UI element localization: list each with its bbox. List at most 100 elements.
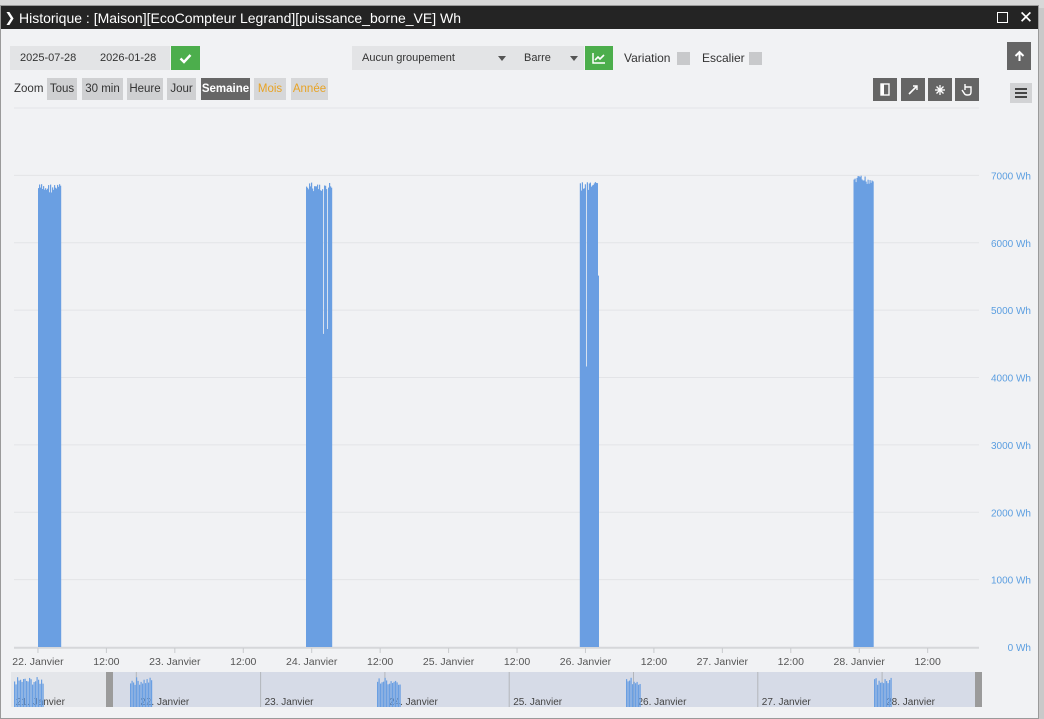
main-chart[interactable]: 0 Wh 1000 Wh 2000 Wh 3000 Wh 4000 Wh 5000 Wh 6… <box>1 6 1039 719</box>
x-tick-label: 12:00 <box>915 656 941 668</box>
navigator-bar <box>881 682 883 707</box>
navigator-bar <box>636 681 638 707</box>
navigator-bar <box>883 683 885 707</box>
x-tick-label: 23. Janvier <box>149 656 201 668</box>
navigator-bar <box>395 680 397 707</box>
chart-series <box>38 175 874 648</box>
navigator-bar <box>23 678 25 707</box>
y-tick-label: 6000 Wh <box>991 239 1031 250</box>
navigator-bar <box>142 683 144 707</box>
navigator-bar <box>887 683 889 707</box>
y-tick-label: 5000 Wh <box>991 306 1031 317</box>
chart-grid <box>14 107 979 648</box>
navigator-bar <box>145 683 147 707</box>
navigator-bar <box>24 678 26 707</box>
navigator-bar <box>131 680 133 707</box>
bar <box>872 181 874 647</box>
x-tick-label: 12:00 <box>778 656 804 668</box>
navigator-bar <box>42 683 44 707</box>
x-tick-label: 22. Janvier <box>12 656 64 668</box>
navigator-bar <box>130 683 132 707</box>
navigator-tick-label: 26. Janvier <box>638 697 688 708</box>
navigator-bar <box>639 683 641 707</box>
navigator-bar <box>137 680 139 707</box>
navigator-bar <box>396 682 398 707</box>
navigator-bar <box>874 679 876 707</box>
navigator-bar <box>632 684 634 707</box>
x-tick-label: 12:00 <box>504 656 530 668</box>
navigator-bar <box>626 679 628 707</box>
navigator-bar <box>390 681 392 707</box>
navigator-bar <box>627 681 629 707</box>
navigator-bar <box>383 681 385 707</box>
navigator-bar <box>21 681 23 707</box>
navigator-tick-label: 27. Janvier <box>762 697 812 708</box>
navigator-bar <box>30 679 32 707</box>
navigator-bar <box>26 680 28 707</box>
navigator-bar <box>880 682 882 707</box>
navigator-bar <box>133 682 135 707</box>
x-tick-label: 12:00 <box>93 656 119 668</box>
bar <box>331 187 333 647</box>
navigator-bar <box>392 682 394 707</box>
y-tick-label: 4000 Wh <box>991 374 1031 385</box>
navigator-bar <box>32 684 34 707</box>
bar <box>597 275 599 647</box>
x-tick-label: 27. Janvier <box>697 656 749 668</box>
navigator-bar <box>884 679 886 707</box>
x-tick-label: 12:00 <box>367 656 393 668</box>
x-tick-label: 26. Janvier <box>560 656 612 668</box>
y-axis-labels: 0 Wh 1000 Wh 2000 Wh 3000 Wh 4000 Wh 5000 Wh 6… <box>991 171 1031 654</box>
navigator[interactable]: 21. Janvier 22. Janvier 23. Janvier 24. Jan… <box>11 672 982 708</box>
navigator-bar <box>886 681 888 707</box>
navigator-bar <box>38 679 40 707</box>
navigator-tick-label: 23. Janvier <box>265 697 315 708</box>
navigator-bar <box>149 677 151 707</box>
x-tick-label: 12:00 <box>641 656 667 668</box>
navigator-bar <box>151 680 153 707</box>
navigator-bar <box>380 683 382 707</box>
navigator-bar <box>15 684 17 707</box>
navigator-bar <box>41 679 43 707</box>
navigator-bar <box>146 679 148 707</box>
navigator-bar <box>20 679 22 707</box>
navigator-bar <box>393 681 395 707</box>
x-tick-label: 12:00 <box>230 656 256 668</box>
navigator-bar <box>638 684 640 707</box>
navigator-bar <box>136 677 138 707</box>
navigator-bar <box>378 678 380 707</box>
navigator-bar <box>143 679 145 707</box>
navigator-handle-left <box>106 672 113 707</box>
y-tick-label: 0 Wh <box>1008 643 1031 654</box>
navigator-bar <box>384 677 386 707</box>
navigator-bar <box>139 684 141 707</box>
navigator-bar <box>877 684 879 707</box>
y-tick-label: 1000 Wh <box>991 576 1031 587</box>
navigator-bar <box>389 683 391 707</box>
navigator-bar <box>134 684 136 707</box>
navigator-bar <box>29 677 31 707</box>
y-tick-label: 7000 Wh <box>991 171 1031 182</box>
navigator-handle-right <box>975 672 982 707</box>
navigator-bar <box>633 681 635 707</box>
x-tick-label: 28. Janvier <box>834 656 886 668</box>
navigator-bar <box>875 678 877 707</box>
navigator-bar <box>629 680 631 707</box>
navigator-bar <box>27 681 29 707</box>
navigator-bar <box>890 677 892 707</box>
navigator-tick-label: 24. Janvier <box>389 697 439 708</box>
navigator-tick-label: 25. Janvier <box>513 697 563 708</box>
navigator-bar <box>381 682 383 707</box>
navigator-tick-label: 28. Janvier <box>886 697 936 708</box>
navigator-bar <box>18 680 20 707</box>
navigator-bar <box>635 683 637 707</box>
navigator-bar <box>386 680 388 707</box>
navigator-bar <box>387 684 389 707</box>
navigator-bar <box>398 684 400 707</box>
bar <box>60 185 62 647</box>
navigator-bar <box>889 679 891 707</box>
navigator-bar <box>140 681 142 707</box>
x-tick-label: 25. Janvier <box>423 656 475 668</box>
navigator-bar <box>630 677 632 707</box>
navigator-bar <box>377 681 379 707</box>
